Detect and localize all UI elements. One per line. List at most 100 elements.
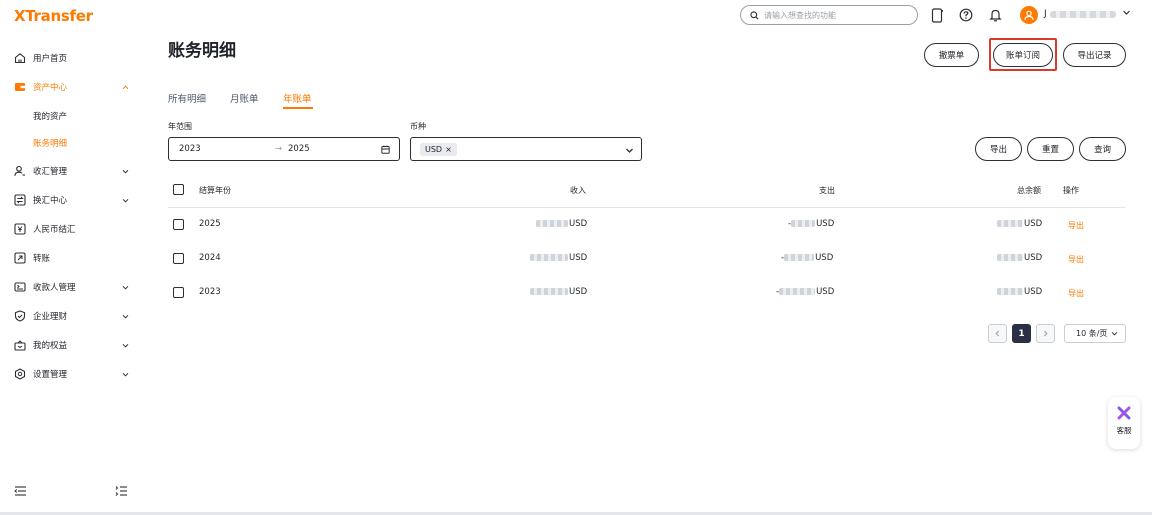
reset-button[interactable]: 重置 (1027, 137, 1074, 161)
sidebar-item-transfer[interactable]: 转账 (0, 247, 140, 269)
header-divider (168, 207, 1126, 208)
sidebar-item-label: 收款人管理 (33, 283, 76, 293)
sidebar-subitem-account-details[interactable]: 账务明细 (33, 137, 67, 149)
sidebar-item-exchange[interactable]: 换汇中心 (0, 189, 140, 211)
tab-all-details[interactable]: 所有明细 (168, 91, 206, 105)
row-expense: - USD (788, 219, 835, 229)
settings-icon (14, 368, 26, 380)
user-avatar-icon[interactable] (1020, 6, 1038, 24)
gift-icon (14, 339, 26, 351)
row-income: USD (536, 219, 587, 229)
year-range-picker[interactable]: 2023 → 2025 (168, 137, 400, 161)
active-tab-indicator (283, 107, 313, 109)
sidebar-item-payees[interactable]: 收款人管理 (0, 276, 140, 298)
chevron-down-icon (122, 169, 129, 174)
row-income: USD (530, 253, 587, 263)
query-button[interactable]: 查询 (1079, 137, 1126, 161)
close-icon[interactable]: × (445, 145, 452, 154)
chevron-down-icon (122, 343, 129, 348)
redacted-amount (784, 254, 815, 261)
chevron-down-icon (122, 285, 129, 290)
bell-icon[interactable] (987, 7, 1003, 23)
transfer-icon (14, 252, 26, 264)
menu-list-icon[interactable] (115, 485, 128, 497)
help-icon[interactable] (958, 7, 974, 23)
redacted-amount (779, 288, 816, 295)
chevron-right-icon (1044, 330, 1048, 337)
row-export-link[interactable]: 导出 (1068, 254, 1084, 265)
chevron-down-icon (122, 198, 129, 203)
sidebar-item-settings[interactable]: 设置管理 (0, 363, 140, 385)
export-records-button[interactable]: 导出记录 (1063, 43, 1126, 67)
redacted-amount (536, 220, 568, 227)
collapse-sidebar-icon[interactable] (14, 485, 27, 497)
search-placeholder: 请输入想查找的功能 (764, 10, 836, 20)
row-expense: - USD (776, 287, 835, 297)
xtransfer-logo[interactable]: XTransfer (14, 7, 93, 25)
sidebar-item-assets[interactable]: 资产中心 (0, 76, 140, 98)
currency-tag: USD × (420, 143, 457, 156)
currency-label: 币种 (410, 122, 426, 131)
row-income: USD (530, 287, 587, 297)
redacted-amount (791, 220, 816, 227)
row-balance: USD (997, 287, 1042, 297)
sidebar-item-label: 人民币结汇 (33, 225, 76, 235)
next-page-button[interactable] (1036, 324, 1055, 343)
sidebar-item-wealth[interactable]: 企业理财 (0, 305, 140, 327)
current-page[interactable]: 1 (1012, 324, 1031, 343)
page-size-value: 10 条/页 (1076, 329, 1108, 338)
row-checkbox[interactable] (173, 253, 184, 264)
wallet-icon (14, 81, 26, 93)
row-expense: - USD (781, 253, 834, 263)
prev-page-button[interactable] (988, 324, 1007, 343)
chevron-down-icon (122, 372, 129, 377)
sidebar-subitem-my-assets[interactable]: 我的资产 (33, 110, 67, 122)
customer-service-widget[interactable]: 客服 (1108, 397, 1140, 449)
row-checkbox[interactable] (173, 219, 184, 230)
currency-tag-label: USD (425, 145, 443, 154)
chevron-down-icon[interactable] (625, 146, 634, 155)
sidebar-item-rmb-settlement[interactable]: 人民币结汇 (0, 218, 140, 240)
chevron-left-icon (995, 330, 999, 337)
sidebar-item-label: 用户首页 (33, 54, 68, 64)
page-title: 账务明细 (168, 41, 236, 61)
tab-yearly-bill[interactable]: 年账单 (283, 91, 312, 105)
username[interactable]: J (1044, 9, 1047, 19)
person-icon (14, 165, 26, 177)
payee-icon (14, 281, 26, 293)
row-year: 2025 (199, 219, 221, 229)
year-end-value[interactable]: 2025 (288, 144, 310, 154)
sidebar-item-label: 企业理财 (33, 312, 68, 322)
row-checkbox[interactable] (173, 287, 184, 298)
shield-icon (14, 310, 26, 322)
home-icon (14, 52, 26, 64)
range-arrow-icon: → (275, 144, 283, 154)
export-button[interactable]: 导出 (975, 137, 1022, 161)
select-all-checkbox[interactable] (173, 184, 184, 195)
redacted-amount (997, 254, 1023, 261)
sidebar-item-label: 换汇中心 (33, 196, 68, 206)
sidebar-item-label: 我的权益 (33, 341, 68, 351)
redacted-amount (530, 254, 568, 261)
sidebar-item-home[interactable]: 用户首页 (0, 47, 140, 69)
redacted-amount (530, 288, 568, 295)
sidebar-item-label: 收汇管理 (33, 167, 68, 177)
calendar-icon[interactable] (381, 145, 390, 154)
sidebar-item-collection[interactable]: 收汇管理 (0, 160, 140, 182)
receipt-button[interactable]: 撤票单 (924, 43, 979, 67)
sidebar-item-benefits[interactable]: 我的权益 (0, 334, 140, 356)
chevron-down-icon[interactable] (1122, 8, 1131, 17)
year-start-value[interactable]: 2023 (179, 144, 201, 154)
row-balance: USD (997, 219, 1042, 229)
row-year: 2023 (199, 287, 221, 297)
column-header-income: 收入 (570, 186, 586, 195)
search-input[interactable]: 请输入想查找的功能 (740, 5, 918, 25)
currency-select[interactable]: USD × (410, 137, 642, 161)
row-export-link[interactable]: 导出 (1068, 288, 1084, 299)
redacted-amount (997, 220, 1023, 227)
tab-monthly-bill[interactable]: 月账单 (230, 91, 259, 105)
highlight-annotation (989, 38, 1057, 71)
page-size-select[interactable]: 10 条/页 (1064, 324, 1126, 343)
row-export-link[interactable]: 导出 (1068, 220, 1084, 231)
document-icon[interactable] (929, 7, 945, 23)
